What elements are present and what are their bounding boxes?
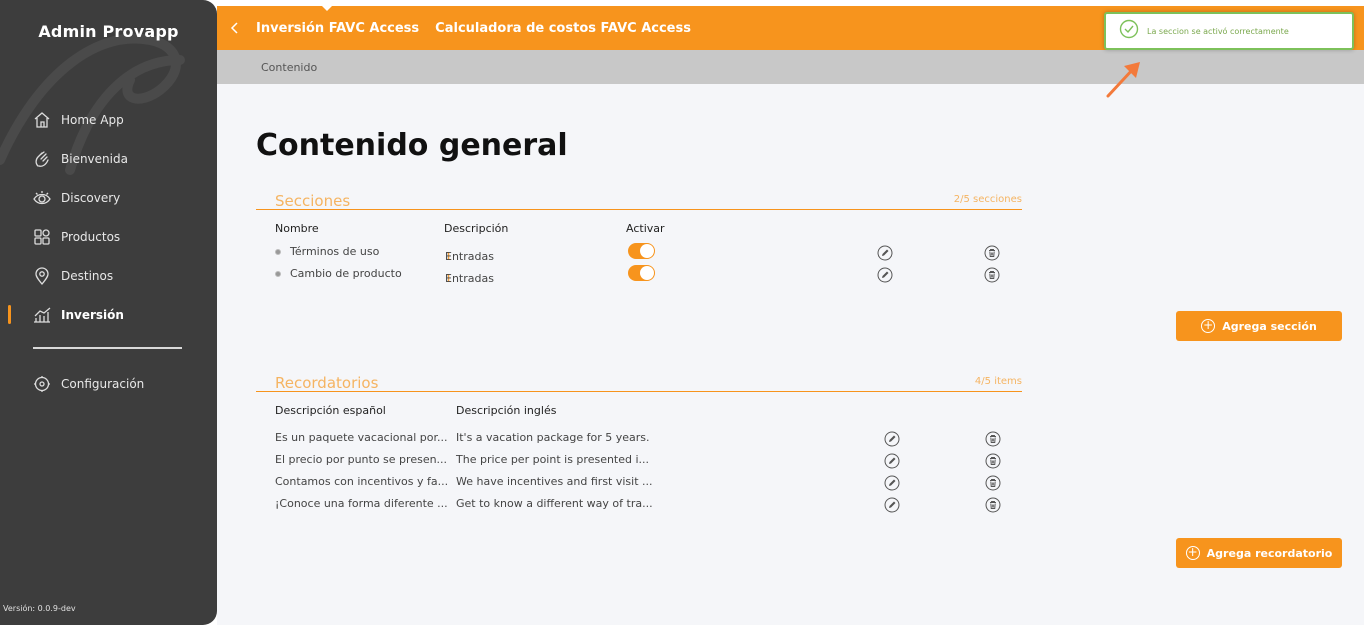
toast-message: La seccion se activó correctamente — [1147, 26, 1289, 36]
sidebar-item-bienvenida[interactable]: Bienvenida — [0, 139, 217, 178]
sidebar-item-destinos[interactable]: Destinos — [0, 256, 217, 295]
edit-pencil-icon[interactable] — [884, 497, 900, 513]
sidebar-divider — [33, 347, 182, 349]
page-title: Contenido general — [256, 128, 568, 163]
row-description-es: El precio por punto se presen... — [275, 453, 448, 466]
delete-trash-icon[interactable] — [985, 497, 1001, 513]
main-content: Contenido general Secciones 2/5 seccione… — [217, 84, 1364, 625]
chart-bars-icon — [32, 305, 52, 325]
edit-pencil-icon[interactable] — [884, 453, 900, 469]
table-row: ¡Conoce una forma diferente ... Get to k… — [256, 492, 1022, 514]
sidebar-item-discovery[interactable]: Discovery — [0, 178, 217, 217]
column-activate: Activar — [626, 222, 665, 235]
breadcrumb-inversion[interactable]: Inversión FAVC Access — [256, 21, 419, 36]
row-description-en: The price per point is presented i... — [456, 453, 650, 466]
activate-toggle[interactable] — [628, 243, 655, 259]
check-circle-icon — [1119, 19, 1139, 43]
row-description-en: Get to know a different way of tra... — [456, 497, 653, 510]
subnav-contenido[interactable]: Contenido — [261, 61, 317, 74]
grid-icon — [32, 227, 52, 247]
annotation-arrow-icon — [1106, 62, 1140, 98]
settings-icon — [32, 374, 52, 394]
sidebar-item-productos[interactable]: Productos — [0, 217, 217, 256]
section-count: 2/5 secciones — [953, 194, 1022, 205]
table-header: Descripción español Descripción inglés — [256, 392, 1022, 426]
recordatorios-section: Recordatorios 4/5 items Descripción espa… — [256, 374, 1022, 514]
brand-title: Admin Provapp — [38, 22, 179, 41]
sidebar-item-home[interactable]: Home App — [0, 100, 217, 139]
plus-circle-icon: + — [1185, 545, 1200, 560]
column-description: Descripción — [444, 222, 509, 235]
home-icon — [32, 110, 52, 130]
sidebar-nav: Home App Bienvenida Discovery Productos — [0, 100, 217, 403]
column-name: Nombre — [275, 222, 319, 235]
edit-pencil-icon[interactable] — [877, 267, 893, 283]
app-root: Admin Provapp Home App Bienvenida Discov… — [0, 0, 1364, 627]
secciones-header: Secciones 2/5 secciones — [256, 192, 1022, 210]
row-description-en: It's a vacation package for 5 years. — [456, 431, 650, 444]
bullet-icon — [275, 249, 281, 255]
add-reminder-button[interactable]: + Agrega recordatorio — [1176, 538, 1342, 568]
bullet-icon — [275, 271, 281, 277]
sidebar-item-inversion[interactable]: Inversión — [0, 295, 217, 334]
row-name: Términos de uso — [290, 245, 380, 258]
sidebar-item-configuracion[interactable]: Configuración — [0, 364, 217, 403]
add-section-button[interactable]: + Agrega sección — [1176, 311, 1342, 341]
table-header: Nombre Descripción Activar — [256, 210, 1022, 240]
table-row: Cambio de producto 1 Entradas — [256, 262, 1022, 285]
row-description-en: We have incentives and first visit ... — [456, 475, 653, 488]
section-title: Recordatorios — [275, 374, 379, 392]
sidebar-item-label: Destinos — [61, 268, 114, 283]
version-text: Versión: 0.0.9-dev — [3, 604, 76, 613]
sidebar-item-label: Inversión — [61, 307, 124, 322]
table-row: Términos de uso 1 Entradas — [256, 240, 1022, 263]
section-title: Secciones — [275, 192, 351, 210]
delete-trash-icon[interactable] — [984, 245, 1000, 261]
back-chevron-icon[interactable] — [217, 21, 253, 35]
delete-trash-icon[interactable] — [985, 475, 1001, 491]
plus-circle-icon: + — [1201, 318, 1216, 333]
column-description-es: Descripción español — [275, 404, 386, 417]
recordatorios-header: Recordatorios 4/5 items — [256, 374, 1022, 392]
row-description-es: ¡Conoce una forma diferente ... — [275, 497, 448, 510]
sidebar-item-label: Home App — [61, 112, 124, 127]
success-toast: La seccion se activó correctamente — [1104, 12, 1354, 50]
section-count: 4/5 items — [974, 376, 1022, 387]
secciones-section: Secciones 2/5 secciones Nombre Descripci… — [256, 192, 1022, 285]
row-name: Cambio de producto — [290, 267, 402, 280]
table-row: El precio por punto se presen... The pri… — [256, 448, 1022, 470]
row-description-es: Contamos con incentivos y fa... — [275, 475, 449, 488]
activate-toggle[interactable] — [628, 265, 655, 281]
header-notch — [321, 5, 333, 11]
edit-pencil-icon[interactable] — [877, 245, 893, 261]
sidebar-item-label: Bienvenida — [61, 151, 128, 166]
breadcrumb-calculadora[interactable]: Calculadora de costos FAVC Access — [435, 21, 691, 36]
column-description-en: Descripción inglés — [456, 404, 557, 417]
edit-pencil-icon[interactable] — [884, 475, 900, 491]
sidebar-item-label: Productos — [61, 229, 121, 244]
sub-navigation: Contenido — [217, 50, 1364, 84]
edit-pencil-icon[interactable] — [884, 431, 900, 447]
sidebar: Admin Provapp Home App Bienvenida Discov… — [0, 0, 217, 625]
table-row: Contamos con incentivos y fa... We have … — [256, 470, 1022, 492]
eye-icon — [32, 188, 52, 208]
sidebar-item-label: Configuración — [61, 376, 145, 391]
sidebar-item-label: Discovery — [61, 190, 121, 205]
delete-trash-icon[interactable] — [985, 431, 1001, 447]
delete-trash-icon[interactable] — [985, 453, 1001, 469]
location-pin-icon — [32, 266, 52, 286]
row-description-es: Es un paquete vacacional por... — [275, 431, 448, 444]
delete-trash-icon[interactable] — [984, 267, 1000, 283]
hand-wave-icon — [32, 149, 52, 169]
table-row: Es un paquete vacacional por... It's a v… — [256, 426, 1022, 448]
